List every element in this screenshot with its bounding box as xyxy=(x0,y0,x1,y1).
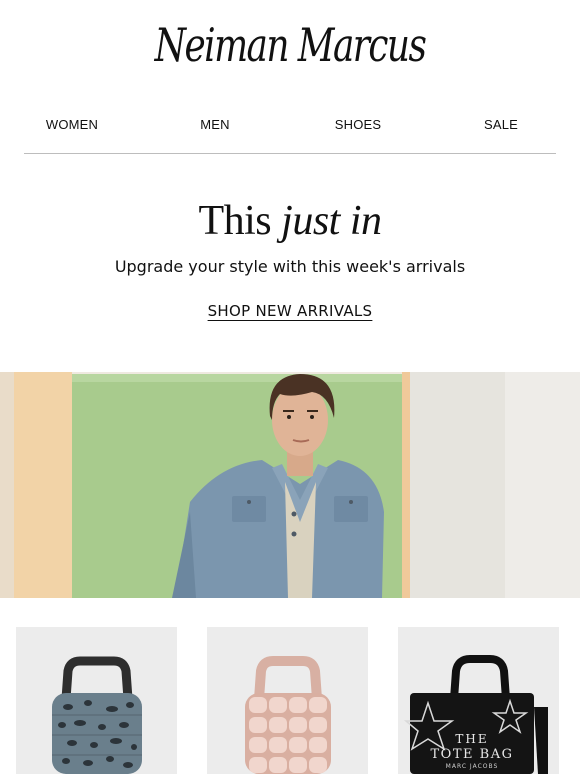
hero-banner-image[interactable] xyxy=(0,372,580,598)
main-nav: WOMEN MEN SHOES SALE xyxy=(0,117,580,133)
product-card-metallic-tote[interactable] xyxy=(207,627,368,774)
tote-print-text-3: MARC JACOBS xyxy=(446,763,499,770)
nav-item-women[interactable]: WOMEN xyxy=(46,117,98,132)
metallic-tote-image xyxy=(207,627,368,774)
hero-title-regular: This xyxy=(198,198,272,244)
star-tote-image: THE TOTE BAG MARC JACOBS xyxy=(398,627,559,774)
hero-title-italic: just in xyxy=(281,198,382,244)
nav-divider xyxy=(24,153,556,154)
hero-cta: SHOP NEW ARRIVALS xyxy=(0,302,580,321)
nav-item-men[interactable]: MEN xyxy=(200,117,230,132)
hero-subtitle: Upgrade your style with this week's arri… xyxy=(114,257,466,276)
tote-print-text-2: TOTE BAG xyxy=(431,747,514,762)
brand-logo[interactable]: Neiman Marcus xyxy=(64,22,516,68)
product-card-leopard-tote[interactable] xyxy=(16,627,177,774)
nav-item-sale[interactable]: SALE xyxy=(484,117,518,132)
shop-new-arrivals-link[interactable]: SHOP NEW ARRIVALS xyxy=(208,302,373,320)
nav-item-shoes[interactable]: SHOES xyxy=(335,117,382,132)
leopard-tote-image xyxy=(16,627,177,774)
hero-title: This just in xyxy=(0,200,580,242)
tote-print-text-1: THE xyxy=(455,732,488,746)
banner-illustration xyxy=(0,372,580,598)
product-card-star-tote[interactable]: THE TOTE BAG MARC JACOBS xyxy=(398,627,559,774)
